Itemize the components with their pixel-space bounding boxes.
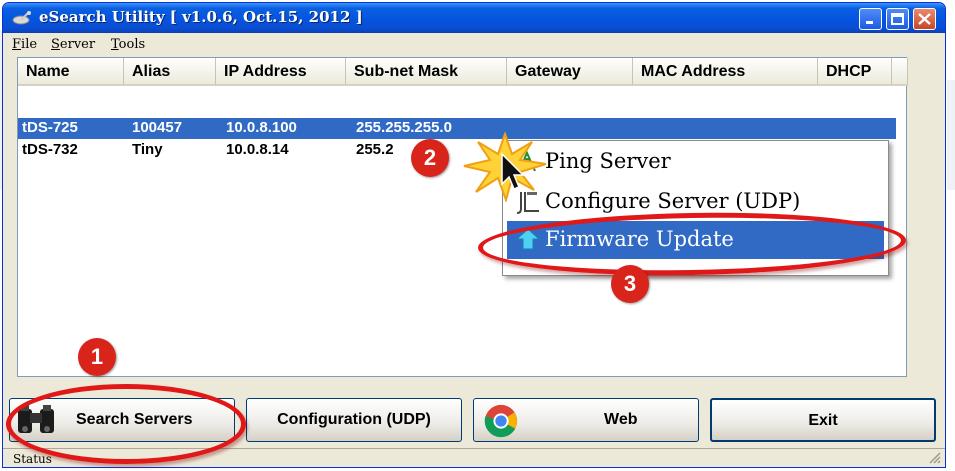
- column-header-mac-address[interactable]: MAC Address: [633, 58, 818, 86]
- annotation-badge-2: 2: [411, 139, 449, 177]
- close-button[interactable]: [913, 8, 936, 30]
- configuration-udp-label: Configuration (UDP): [277, 411, 431, 428]
- ping-server-label: Ping Server: [545, 149, 671, 173]
- column-header-filler: [892, 58, 908, 86]
- exit-button[interactable]: Exit: [710, 398, 936, 442]
- configuration-udp-button[interactable]: Configuration (UDP): [246, 398, 462, 442]
- annotation-badge-1: 1: [78, 338, 116, 376]
- column-header-name[interactable]: Name: [18, 58, 124, 86]
- close-icon: [918, 13, 931, 25]
- web-label: Web: [604, 411, 638, 428]
- annotation-ring-search: [6, 384, 246, 464]
- maximize-icon: [891, 13, 904, 25]
- cell-name: tDS-732: [22, 141, 78, 158]
- minimize-button[interactable]: [859, 8, 882, 30]
- chrome-icon: [482, 403, 520, 444]
- menu-server[interactable]: Server: [51, 37, 95, 52]
- table-row[interactable]: tDS-725 100457 10.0.8.100 255.255.255.0: [18, 118, 896, 139]
- cell-ip-address: 10.0.8.14: [226, 141, 289, 158]
- window-title: eSearch Utility [ v1.0.6, Oct.15, 2012 ]: [39, 8, 363, 26]
- resize-grip-icon[interactable]: [927, 450, 941, 467]
- menu-bar: File Server Tools: [3, 33, 945, 57]
- background-strip-right: [947, 80, 955, 190]
- cell-alias: 100457: [132, 119, 183, 136]
- title-bar[interactable]: eSearch Utility [ v1.0.6, Oct.15, 2012 ]: [3, 3, 945, 33]
- menu-file[interactable]: File: [12, 37, 37, 52]
- cell-alias: Tiny: [132, 141, 163, 158]
- list-header: Name Alias IP Address Sub-net Mask Gatew…: [18, 58, 908, 86]
- configure-server-label: Configure Server (UDP): [545, 189, 801, 213]
- cell-name: tDS-725: [22, 119, 78, 136]
- column-header-dhcp[interactable]: DHCP: [818, 58, 892, 86]
- web-button[interactable]: Web: [473, 398, 699, 442]
- annotation-badge-3: 3: [611, 265, 649, 303]
- satellite-dish-icon: [12, 10, 34, 30]
- context-menu-ping-server[interactable]: Ping Server: [507, 143, 884, 181]
- cell-subnet-mask: 255.255.255.0: [356, 119, 452, 136]
- cell-ip-address: 10.0.8.100: [226, 119, 297, 136]
- cell-subnet-mask: 255.2: [356, 141, 394, 158]
- column-header-subnet-mask[interactable]: Sub-net Mask: [346, 58, 507, 86]
- menu-tools[interactable]: Tools: [111, 37, 145, 52]
- column-header-ip-address[interactable]: IP Address: [216, 58, 346, 86]
- column-header-alias[interactable]: Alias: [124, 58, 216, 86]
- maximize-button[interactable]: [886, 8, 909, 30]
- exit-label: Exit: [808, 412, 838, 429]
- minimize-icon: [866, 21, 873, 24]
- click-burst-icon: [463, 132, 547, 202]
- column-header-gateway[interactable]: Gateway: [507, 58, 633, 86]
